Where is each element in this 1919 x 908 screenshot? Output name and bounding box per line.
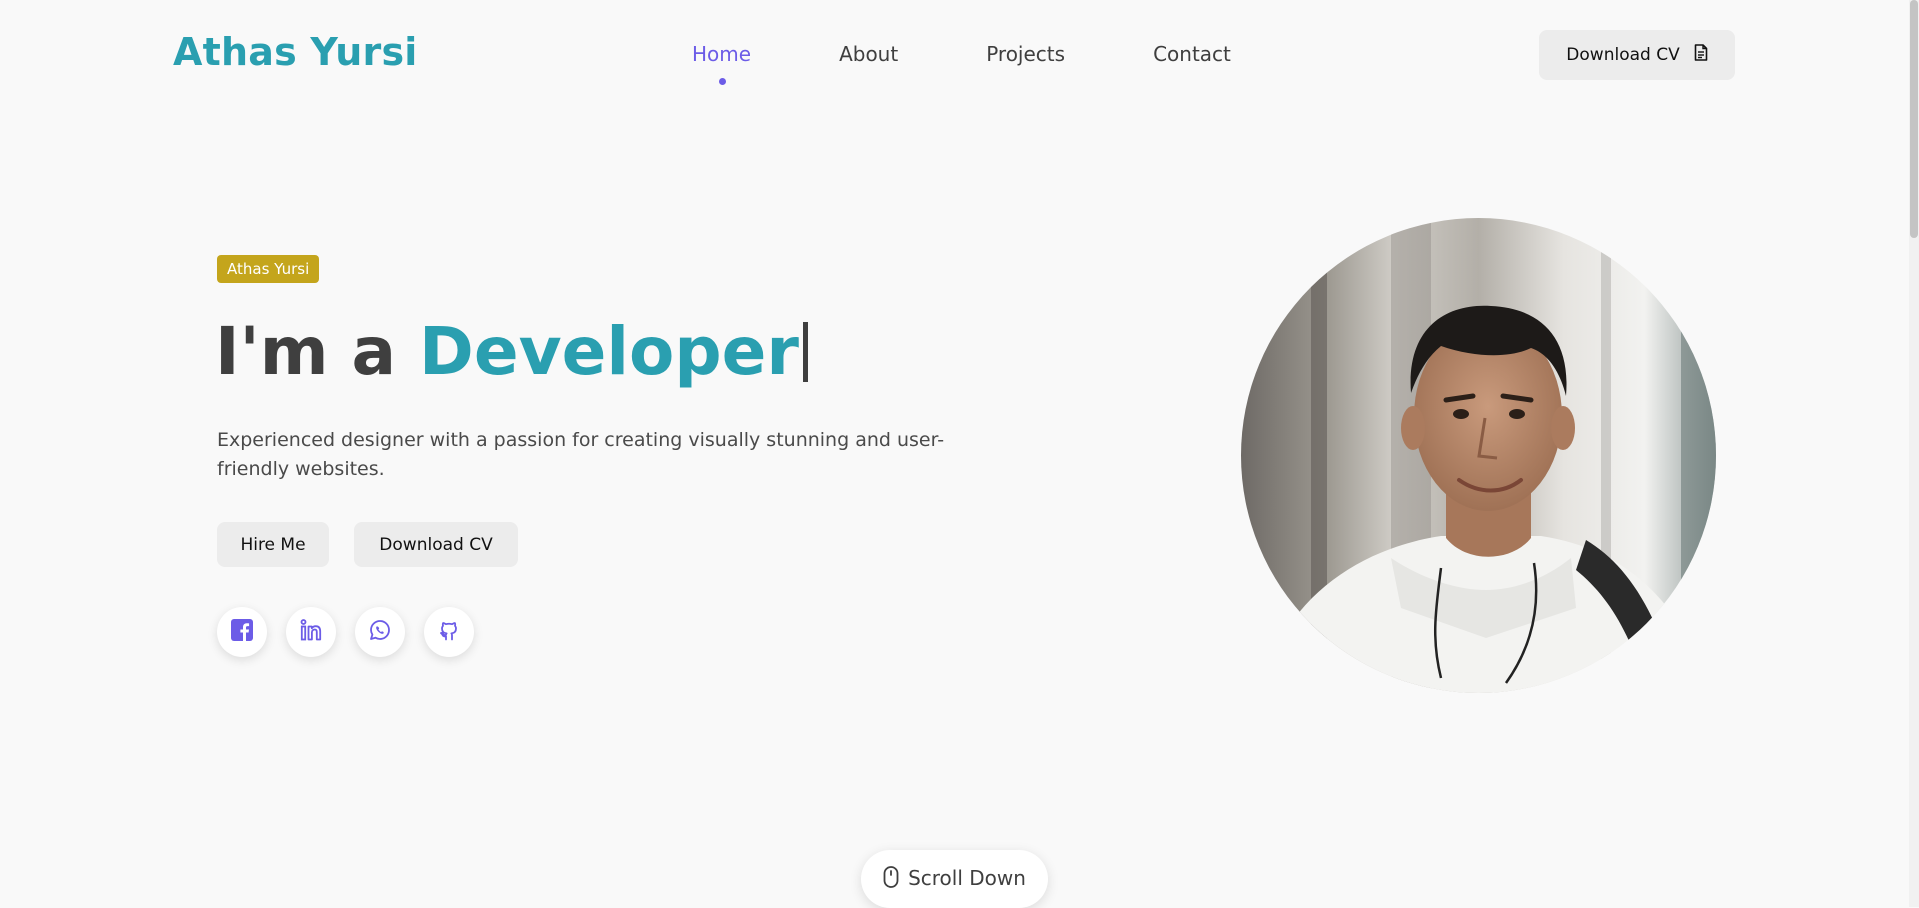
active-indicator-dot [718, 78, 726, 85]
profile-photo [1241, 218, 1716, 693]
main-nav: Home About Projects Contact [692, 42, 1319, 85]
nav-item-label: Contact [1153, 42, 1231, 66]
download-cv-label: Download CV [379, 534, 493, 555]
nav-item-projects[interactable]: Projects [986, 42, 1065, 66]
hire-me-button[interactable]: Hire Me [217, 522, 329, 567]
github-link[interactable] [424, 607, 474, 657]
hero-description: Experienced designer with a passion for … [217, 429, 945, 480]
nav-item-label: Projects [986, 42, 1066, 66]
download-cv-label: Download CV [1566, 45, 1680, 65]
site-logo[interactable]: Athas Yursi [173, 30, 418, 74]
social-links [217, 607, 493, 657]
scroll-down-label: Scroll Down [908, 866, 1026, 890]
nav-item-label: About [839, 42, 899, 66]
site-header: Athas Yursi Home About Projects Contact … [0, 0, 1919, 110]
facebook-icon [231, 619, 253, 645]
nav-item-contact[interactable]: Contact [1153, 42, 1231, 66]
name-badge: Athas Yursi [217, 255, 320, 283]
scroll-down-button[interactable]: Scroll Down [861, 850, 1048, 908]
page-scrollbar[interactable] [1909, 0, 1919, 907]
headline-prefix: I'm a [215, 313, 420, 390]
hero-headline: I'm a Developer [215, 313, 808, 390]
nav-item-about[interactable]: About [839, 42, 898, 66]
nav-item-label: Home [692, 42, 752, 66]
whatsapp-link[interactable] [355, 607, 405, 657]
mouse-icon [883, 866, 899, 893]
linkedin-icon [299, 618, 323, 646]
whatsapp-icon [368, 618, 392, 646]
scrollbar-thumb[interactable] [1910, 0, 1918, 238]
headline-role: Developer [419, 313, 799, 390]
header-download-cv-button[interactable]: Download CV [1539, 30, 1735, 80]
github-icon [437, 618, 461, 646]
hero-download-cv-button[interactable]: Download CV [354, 522, 518, 567]
file-text-icon [1694, 44, 1708, 66]
facebook-link[interactable] [217, 607, 267, 657]
linkedin-link[interactable] [286, 607, 336, 657]
typing-cursor [802, 322, 808, 382]
hire-me-label: Hire Me [240, 534, 306, 555]
nav-item-home[interactable]: Home [692, 42, 752, 85]
